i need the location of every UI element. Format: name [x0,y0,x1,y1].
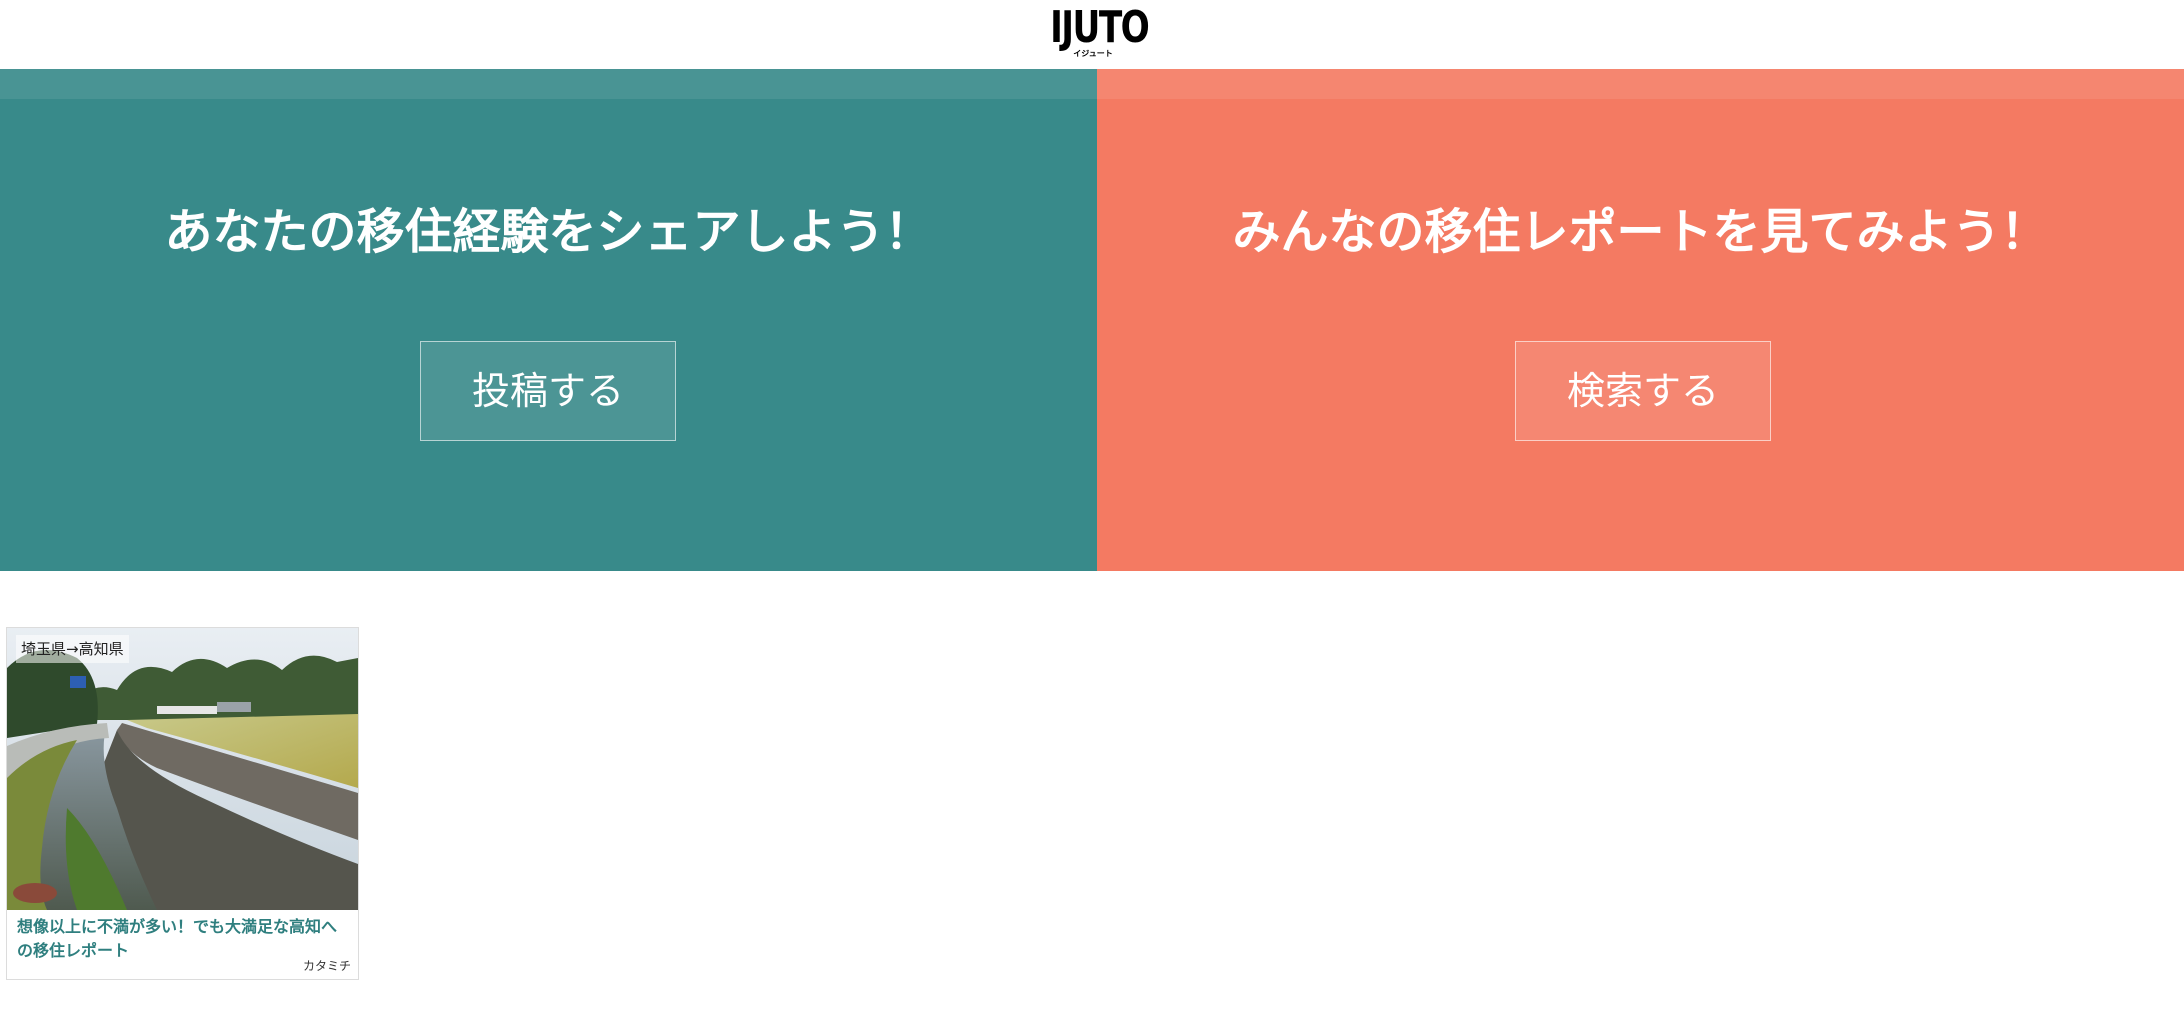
panel-top-stripe [1097,69,2184,99]
search-panel: みんなの移住レポートを見てみよう！ 検索する [1097,69,2184,571]
post-button[interactable]: 投稿する [420,341,676,441]
search-button[interactable]: 検索する [1515,341,1771,441]
post-panel-title: あなたの移住経験をシェアしよう！ [164,204,933,260]
report-photo: 埼玉県→高知県 [7,628,358,910]
report-title[interactable]: 想像以上に不満が多い！でも大満足な高知への移住レポート [17,915,352,963]
report-card[interactable]: 埼玉県→高知県 想像以上に不満が多い！でも大満足な高知への移住レポート カタミチ [6,627,359,980]
site-header: IJUTO イジュート [0,0,2184,69]
post-panel: あなたの移住経験をシェアしよう！ 投稿する [0,69,1097,571]
route-badge: 埼玉県→高知県 [16,635,129,663]
site-logo[interactable]: IJUTO イジュート [1038,2,1150,60]
report-author: カタミチ [302,959,351,973]
panel-top-stripe [0,69,1097,99]
search-panel-title: みんなの移住レポートを見てみよう！ [1232,204,2049,260]
logo-text: IJUTO [1050,2,1150,53]
